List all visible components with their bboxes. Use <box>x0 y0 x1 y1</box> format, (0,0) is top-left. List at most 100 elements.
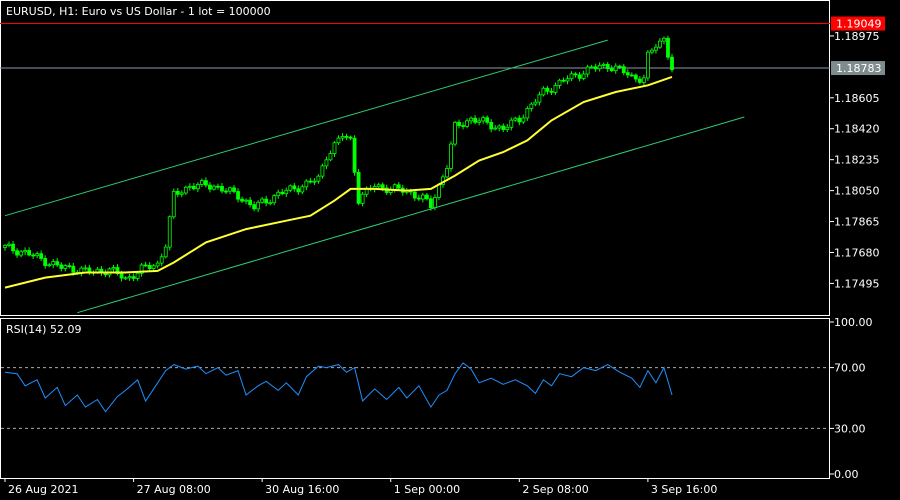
rsi-axis-label: 70.00 <box>834 362 866 375</box>
candle-body <box>264 198 269 204</box>
candle-body <box>15 250 19 256</box>
candle-body <box>662 37 666 42</box>
candle-body <box>670 56 674 71</box>
candle-body <box>473 117 478 123</box>
time-axis-label: 27 Aug 08:00 <box>137 483 211 496</box>
rsi-axis-label: 30.00 <box>834 422 866 435</box>
candle-body <box>260 198 265 203</box>
candle-body <box>328 153 333 161</box>
candle-body <box>316 175 321 182</box>
candle-body <box>569 73 574 80</box>
candle-body <box>380 184 385 189</box>
candle-body <box>308 180 313 183</box>
candle-body <box>356 171 361 204</box>
candle-body <box>509 119 514 128</box>
candle-body <box>143 264 148 267</box>
candle-body <box>256 201 261 210</box>
candle-body <box>465 120 469 127</box>
candle-body <box>585 66 590 75</box>
candle-body <box>187 185 192 188</box>
candle-body <box>131 276 136 279</box>
candle-body <box>545 87 550 92</box>
candle-body <box>641 77 646 83</box>
time-axis-label: 30 Aug 16:00 <box>265 483 339 496</box>
candle-body <box>573 73 578 76</box>
candle-body <box>429 198 433 208</box>
candle-body <box>312 180 317 183</box>
candle-body <box>581 73 586 79</box>
time-axis-label: 2 Sep 08:00 <box>522 483 588 496</box>
candle-body <box>244 199 248 202</box>
price-tag-label: 1.19049 <box>836 18 882 31</box>
candle-body <box>621 66 626 74</box>
candle-body <box>147 264 152 269</box>
candle-body <box>433 197 437 208</box>
candle-body <box>332 142 337 155</box>
candle-body <box>416 197 421 200</box>
candle-body <box>360 193 365 204</box>
time-axis-label: 3 Sep 16:00 <box>651 483 717 496</box>
candle-body <box>288 185 293 191</box>
candle-body <box>232 187 236 192</box>
candle-body <box>517 117 522 123</box>
candle-body <box>617 65 622 68</box>
candle-body <box>204 180 208 186</box>
candle-body <box>292 185 297 190</box>
candle-body <box>469 117 473 122</box>
candle-body <box>27 250 32 256</box>
candle-body <box>593 66 598 70</box>
candle-body <box>183 186 188 194</box>
candle-body <box>650 49 654 53</box>
candle-body <box>268 202 273 205</box>
candle-body <box>224 190 228 193</box>
candle-body <box>163 246 168 258</box>
candle-body <box>175 190 180 195</box>
candle-body <box>521 117 526 123</box>
candle-body <box>228 187 232 192</box>
price-axis-label: 1.18420 <box>834 123 880 136</box>
candle-body <box>324 159 329 167</box>
candle-body <box>272 195 277 204</box>
candle-body <box>7 243 11 246</box>
candle-body <box>171 190 176 218</box>
candle-body <box>412 191 417 199</box>
candle-body <box>47 264 52 267</box>
candle-body <box>63 265 68 269</box>
rsi-axis-label: 100.00 <box>834 316 873 329</box>
candle-body <box>67 265 72 268</box>
price-axis-label: 1.17495 <box>834 277 880 290</box>
candle-body <box>505 126 510 130</box>
candle-body <box>420 194 425 200</box>
candle-body <box>497 125 502 129</box>
time-axis-label: 26 Aug 2021 <box>8 483 78 496</box>
candle-body <box>445 168 449 178</box>
candle-body <box>151 265 156 269</box>
candle-body <box>601 63 606 66</box>
candle-body <box>167 216 172 248</box>
candle-body <box>159 256 164 264</box>
candle-body <box>449 143 453 169</box>
candle-body <box>485 117 490 123</box>
candle-body <box>633 74 638 80</box>
candle-body <box>493 127 498 130</box>
chart-canvas: 1.18975 1.18605 1.18420 1.18235 1.18050 1.178… <box>0 0 900 500</box>
candle-body <box>549 90 554 93</box>
candle-body <box>352 137 357 173</box>
price-axis-label: 1.18605 <box>834 92 880 105</box>
candle-body <box>392 184 397 190</box>
candle-body <box>155 262 160 267</box>
candle-body <box>453 121 457 145</box>
candle-body <box>344 136 349 138</box>
candle-body <box>51 261 56 266</box>
candle-body <box>477 120 482 123</box>
candle-body <box>135 272 140 279</box>
price-tag-label: 1.18783 <box>836 62 882 75</box>
candle-body <box>376 184 381 188</box>
candle-body <box>529 103 534 109</box>
candle-body <box>577 74 582 79</box>
price-axis-label: 1.18975 <box>834 30 880 43</box>
candle-body <box>39 253 44 259</box>
candle-body <box>613 65 618 72</box>
candle-body <box>252 204 257 210</box>
candle-body <box>565 78 570 82</box>
